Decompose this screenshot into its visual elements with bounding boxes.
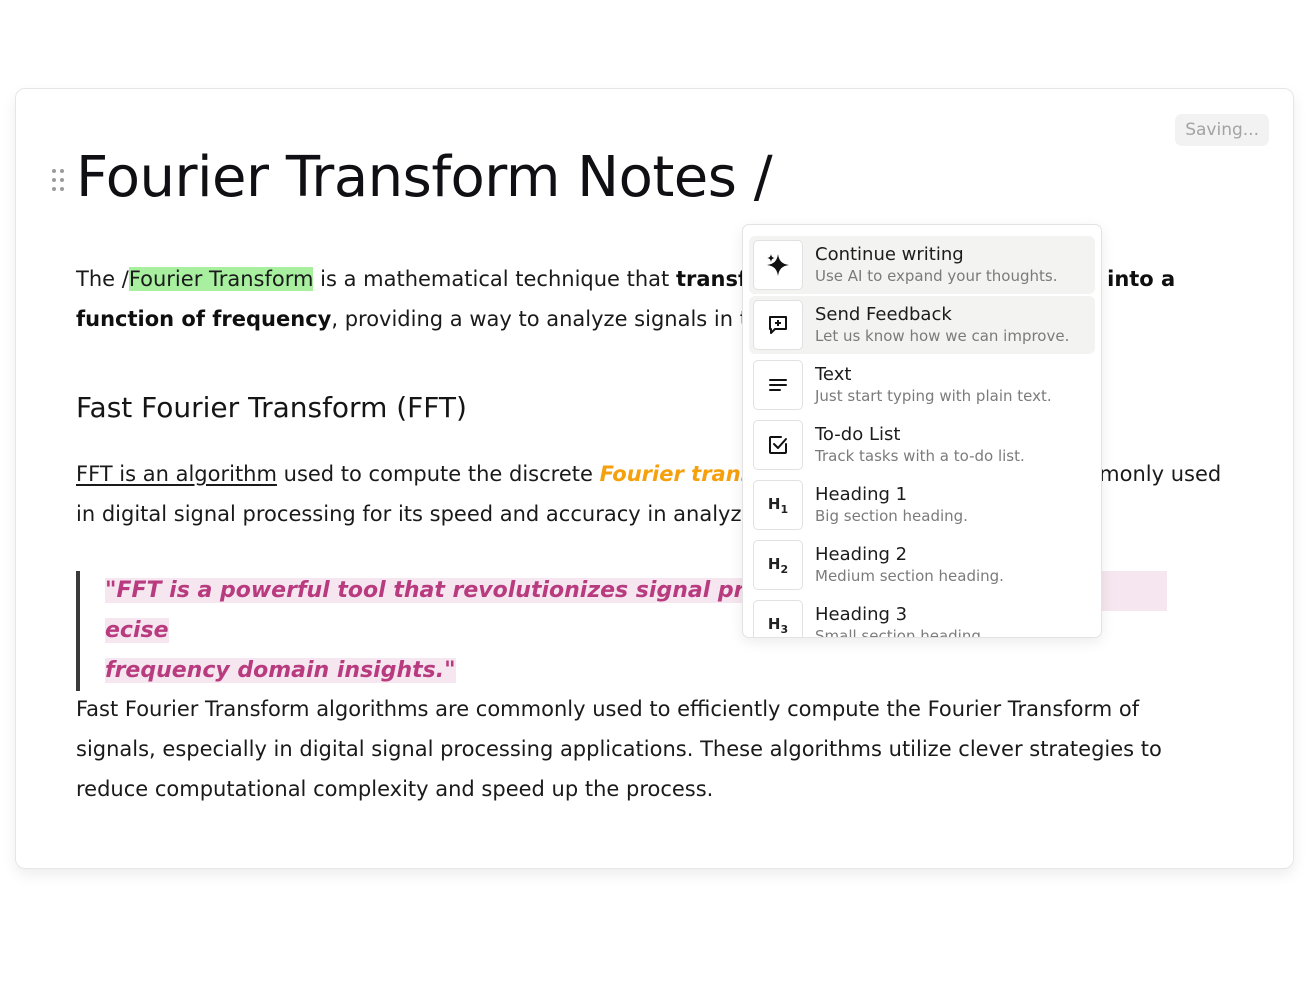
closing-paragraph[interactable]: Fast Fourier Transform algorithms are co…	[76, 689, 1186, 809]
menu-item-title: Continue writing	[815, 244, 964, 265]
menu-item-desc: Let us know how we can improve.	[815, 327, 1070, 345]
menu-item-title: Heading 2	[815, 544, 908, 565]
saving-status: Saving...	[1175, 114, 1269, 146]
menu-item-desc: Small section heading.	[815, 627, 986, 638]
fft-line2: in digital signal processing for its spe…	[76, 502, 742, 526]
intro-middle: is a mathematical technique that	[313, 267, 676, 291]
section-heading[interactable]: Fast Fourier Transform (FFT)	[76, 391, 467, 424]
menu-item-desc: Just start typing with plain text.	[815, 387, 1052, 405]
drag-handle-icon[interactable]	[52, 169, 66, 193]
menu-item-title: Send Feedback	[815, 304, 952, 325]
menu-item-desc: Big section heading.	[815, 507, 968, 525]
menu-item-send-feedback[interactable]: Send Feedback Let us know how we can imp…	[749, 296, 1095, 354]
menu-item-title: To-do List	[815, 424, 901, 445]
menu-item-continue-writing[interactable]: Continue writing Use AI to expand your t…	[749, 236, 1095, 294]
heading1-icon: H1	[753, 480, 803, 530]
bold-text: transf	[675, 267, 748, 291]
page-title[interactable]: Fourier Transform Notes /	[76, 145, 773, 210]
checkbox-icon	[753, 420, 803, 470]
menu-item-title: Heading 3	[815, 604, 908, 625]
menu-item-desc: Use AI to expand your thoughts.	[815, 267, 1058, 285]
quote-line1-tail: ecise	[105, 618, 169, 643]
closing-text: Fast Fourier Transform algorithms are co…	[76, 697, 1162, 801]
emphasis-text: Fourier trans	[599, 462, 754, 486]
slash-command-menu[interactable]: Continue writing Use AI to expand your t…	[742, 224, 1102, 638]
fft-tail: monly used	[1099, 462, 1222, 486]
editor-card: Saving... Fourier Transform Notes / The …	[15, 88, 1294, 869]
bold-text-line2: function of frequency	[76, 307, 332, 331]
menu-item-desc: Medium section heading.	[815, 567, 1004, 585]
menu-item-heading-1[interactable]: H1 Heading 1 Big section heading.	[749, 476, 1095, 534]
menu-item-todo-list[interactable]: To-do List Track tasks with a to-do list…	[749, 416, 1095, 474]
fft-middle: used to compute the discrete	[276, 462, 600, 486]
sparkles-icon	[753, 240, 803, 290]
menu-item-desc: Track tasks with a to-do list.	[815, 447, 1025, 465]
menu-item-title: Text	[815, 364, 852, 385]
heading3-icon: H3	[753, 600, 803, 637]
menu-item-text[interactable]: Text Just start typing with plain text.	[749, 356, 1095, 414]
feedback-icon	[753, 300, 803, 350]
menu-item-title: Heading 1	[815, 484, 908, 505]
menu-item-heading-2[interactable]: H2 Heading 2 Medium section heading.	[749, 536, 1095, 594]
bold-text-tail: into a	[1107, 267, 1176, 291]
quote-line2: frequency domain insights."	[105, 658, 456, 683]
quote-line1: "FFT is a powerful tool that revolutioni…	[105, 578, 837, 603]
text-icon	[753, 360, 803, 410]
intro-line2-rest: , providing a way to analyze signals in …	[331, 307, 762, 331]
highlighted-text: Fourier Transform	[128, 267, 314, 291]
intro-prefix: The /	[76, 267, 129, 291]
underlined-link[interactable]: FFT is an algorithm	[76, 462, 277, 486]
menu-item-heading-3[interactable]: H3 Heading 3 Small section heading.	[749, 596, 1095, 638]
heading2-icon: H2	[753, 540, 803, 590]
